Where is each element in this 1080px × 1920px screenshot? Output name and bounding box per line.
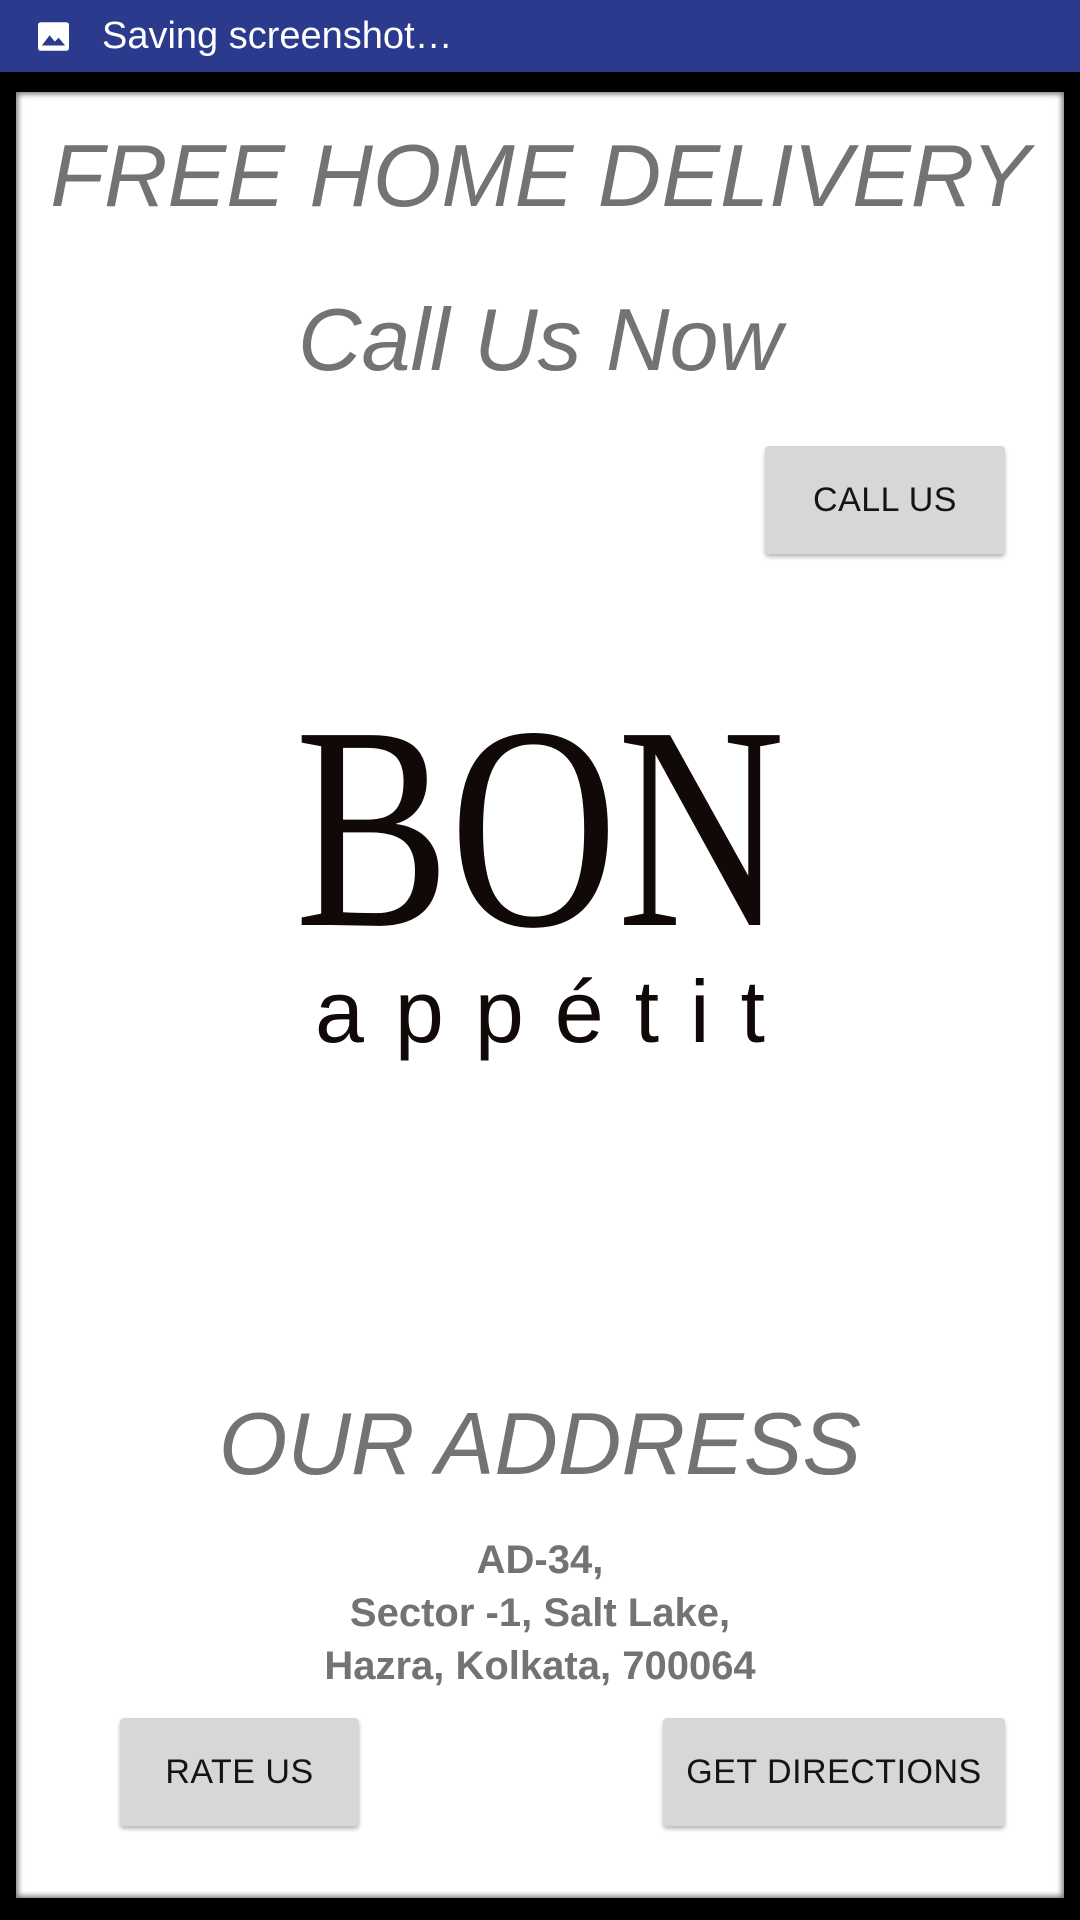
logo-brand-text: BON (295, 690, 785, 988)
free-home-delivery-heading: FREE HOME DELIVERY (50, 126, 1030, 225)
call-us-now-heading: Call Us Now (297, 290, 783, 389)
status-bar: Saving screenshot… (0, 0, 1080, 72)
address-line-2: Sector -1, Salt Lake, (349, 1591, 731, 1635)
address-line-3: Hazra, Kolkata, 700064 (324, 1644, 756, 1688)
bon-appetit-logo: BON appétit (290, 667, 790, 1070)
our-address-heading: OUR ADDRESS (218, 1394, 862, 1493)
address-line-1: AD-34, (476, 1538, 604, 1582)
status-text: Saving screenshot… (102, 15, 453, 57)
get-directions-button[interactable]: GET DIRECTIONS (663, 1718, 1005, 1826)
rate-us-button[interactable]: RATE US (120, 1718, 359, 1826)
address-block: AD-34, Sector -1, Salt Lake, Hazra, Kolk… (0, 1534, 1080, 1693)
image-icon (38, 22, 69, 51)
call-us-button[interactable]: CALL US (765, 446, 1005, 554)
